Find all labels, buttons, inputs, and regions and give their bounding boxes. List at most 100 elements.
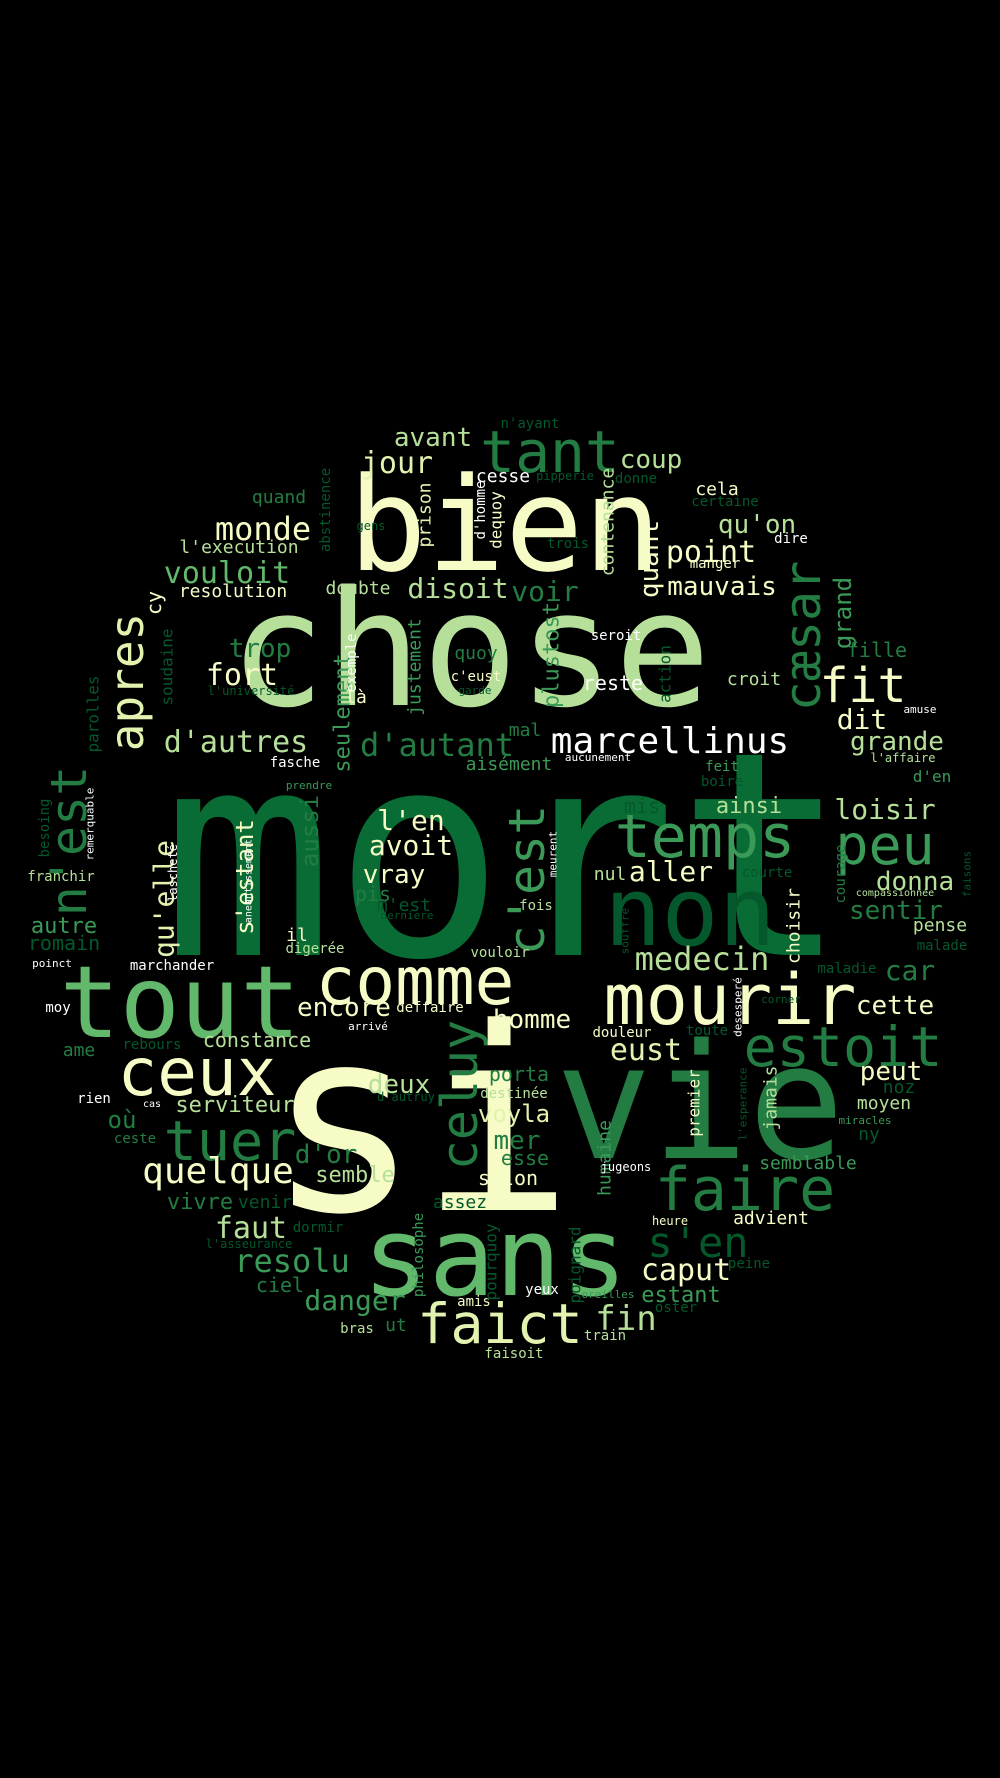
- cloud-word: dire: [774, 531, 808, 547]
- cloud-word: yeux: [525, 1282, 559, 1298]
- cloud-word: voyla: [478, 1100, 550, 1128]
- cloud-word: selon: [478, 1166, 538, 1190]
- cloud-word: disoit: [407, 572, 508, 605]
- cloud-word: garde: [458, 684, 491, 697]
- cloud-word: porta: [489, 1062, 549, 1086]
- cloud-word: poignard: [566, 1226, 585, 1303]
- cloud-word: fille: [847, 638, 907, 662]
- cloud-word: souffre: [619, 908, 632, 954]
- cloud-word: oreilles: [582, 1288, 635, 1301]
- word-cloud: mortchosesiviebiensanstoutnonmourircomme…: [0, 0, 1000, 1778]
- cloud-word: aneantissement: [244, 839, 255, 923]
- cloud-word: peine: [728, 1256, 770, 1272]
- cloud-word: rebours: [122, 1037, 181, 1053]
- cloud-word: miracles: [839, 1114, 892, 1127]
- cloud-word: faisoit: [484, 1346, 543, 1362]
- cloud-word: seroit: [591, 628, 642, 644]
- cloud-word: digerée: [285, 941, 344, 957]
- cloud-word: manger: [690, 556, 741, 572]
- cloud-word: maladie: [817, 961, 876, 977]
- cloud-word: remerquable: [84, 788, 97, 861]
- cloud-word: avant: [394, 423, 472, 453]
- cloud-word: toute: [686, 1023, 728, 1039]
- cloud-word: avoit: [369, 829, 453, 862]
- cloud-word: c'eust: [451, 669, 502, 685]
- cloud-word: nul: [594, 864, 627, 885]
- cloud-word: d'en: [913, 767, 952, 786]
- cloud-word: besoing: [37, 798, 53, 857]
- cloud-word: ceste: [114, 1131, 156, 1147]
- cloud-word: derniere: [381, 909, 434, 922]
- cloud-word: encore: [297, 993, 391, 1023]
- cloud-word: mauvais: [667, 572, 777, 602]
- cloud-word: danger: [304, 1284, 405, 1317]
- cloud-word: soudaine: [158, 628, 177, 705]
- cloud-word: plustost: [540, 602, 565, 708]
- cloud-word: assez: [433, 1192, 487, 1213]
- cloud-word: exemple: [344, 633, 360, 692]
- cloud-word: prendre: [286, 779, 332, 792]
- cloud-word: dormir: [293, 1220, 344, 1236]
- cloud-word: endroit: [699, 1094, 712, 1140]
- cloud-word: malade: [917, 938, 968, 954]
- cloud-word: moy: [45, 1000, 70, 1016]
- cloud-word: loisir: [834, 793, 935, 826]
- cloud-word: pipperie: [536, 469, 594, 483]
- cloud-word: mal: [509, 720, 542, 741]
- cloud-word: donne: [615, 471, 657, 487]
- cloud-word: ame: [63, 1040, 96, 1061]
- cloud-word: doubte: [325, 578, 390, 599]
- cloud-word: vivre: [167, 1190, 233, 1215]
- cloud-word: l'asseurance: [206, 1237, 293, 1251]
- cloud-word: franchir: [27, 869, 94, 885]
- cloud-word: reste: [583, 671, 643, 695]
- cloud-word: parolles: [84, 675, 103, 752]
- cloud-word: faisons: [961, 851, 974, 897]
- cloud-word: l'affaire: [870, 751, 935, 765]
- cloud-word: ciel: [256, 1273, 304, 1297]
- cloud-word: noz: [883, 1077, 916, 1098]
- cloud-word: mis: [624, 794, 660, 818]
- cloud-word: semble: [315, 1163, 394, 1188]
- cloud-word: gens: [357, 519, 386, 533]
- cloud-word: n'ayant: [500, 416, 559, 432]
- cloud-word: quelque: [142, 1151, 294, 1192]
- cloud-word: fois: [519, 898, 553, 914]
- cloud-word: d'homme: [473, 480, 489, 539]
- cloud-word: compassionnée: [856, 887, 934, 899]
- cloud-word: cas: [143, 1099, 161, 1110]
- cloud-word: semblable: [759, 1153, 857, 1174]
- cloud-word: action: [656, 645, 675, 703]
- cloud-word: quoy: [454, 643, 498, 664]
- cloud-word: courte: [742, 865, 793, 881]
- cloud-word: trop: [229, 634, 292, 664]
- cloud-word: jamais: [761, 1065, 782, 1130]
- cloud-word: où: [108, 1106, 137, 1134]
- cloud-word: certaine: [691, 494, 758, 510]
- cloud-word: croit: [727, 669, 781, 690]
- cloud-word: rien: [77, 1091, 111, 1107]
- cloud-word: philosophe: [411, 1213, 427, 1297]
- cloud-word: aussi: [296, 795, 324, 867]
- cloud-word: deffaire: [396, 1000, 463, 1016]
- cloud-word: pourquoy: [482, 1223, 501, 1300]
- cloud-word: courage: [833, 844, 849, 903]
- cloud-word: jugeons: [601, 1160, 652, 1174]
- cloud-word: aucunement: [565, 751, 631, 764]
- cloud-word: cette: [856, 991, 934, 1021]
- cloud-word: abstinence: [318, 468, 334, 552]
- cloud-word: douleur: [592, 1025, 651, 1041]
- cloud-word: medecin: [635, 940, 770, 978]
- cloud-word: boire: [701, 774, 743, 790]
- cloud-word: ainsi: [716, 794, 782, 819]
- cloud-word: vouloir: [470, 945, 529, 961]
- cloud-word: prison: [415, 482, 436, 547]
- cloud-word: car: [885, 954, 936, 987]
- cloud-word: aller: [629, 855, 713, 888]
- cloud-word: advient: [733, 1208, 809, 1229]
- cloud-word: meurent: [547, 831, 560, 877]
- cloud-word: corner: [761, 993, 801, 1006]
- cloud-word: quand: [252, 487, 306, 508]
- cloud-word: feit: [705, 759, 739, 775]
- cloud-word: constance: [203, 1028, 311, 1052]
